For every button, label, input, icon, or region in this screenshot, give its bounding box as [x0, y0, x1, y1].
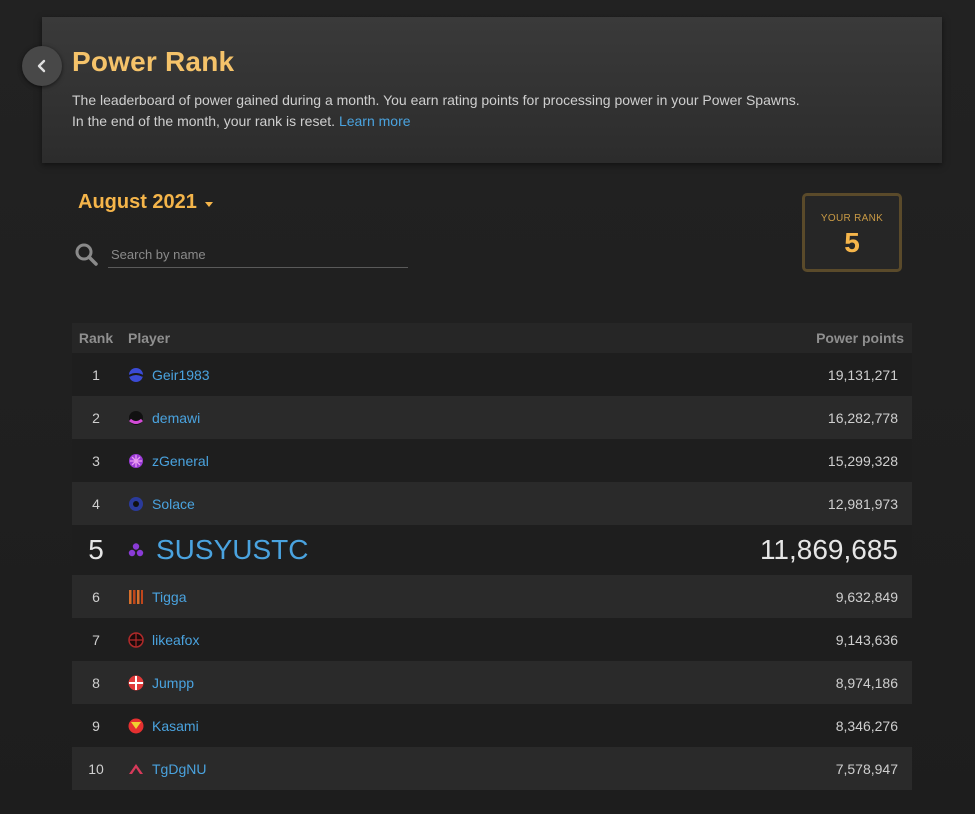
power-points-cell: 16,282,778: [827, 409, 898, 426]
leaderboard-table: Rank Player Power points 1 Geir1983 19,1…: [72, 323, 912, 790]
player-avatar-icon: [129, 496, 143, 511]
your-rank-box: YOUR RANK 5: [802, 193, 902, 272]
power-points-cell: 12,981,973: [827, 495, 898, 512]
rank-cell: 4: [92, 495, 100, 512]
rank-cell: 10: [88, 760, 104, 777]
table-row: 3 zGeneral 15,299,328: [72, 439, 912, 482]
player-name-link[interactable]: Kasami: [152, 718, 199, 734]
player-avatar-icon: [129, 453, 143, 468]
player-name-link[interactable]: likeafox: [152, 632, 199, 648]
chevron-left-icon: [37, 59, 46, 73]
rank-cell: 2: [92, 409, 100, 426]
player-cell: zGeneral: [120, 453, 712, 469]
page-title: Power Rank: [72, 46, 235, 77]
player-name-link[interactable]: Tigga: [152, 589, 187, 605]
table-row-current-user: 5 SUSYUSTC 11,869,685: [72, 525, 912, 575]
table-row: 4 Solace 12,981,973: [72, 482, 912, 525]
player-cell: Solace: [120, 496, 712, 512]
player-avatar-icon: [129, 410, 143, 425]
power-points-cell: 8,346,276: [835, 717, 898, 734]
page-description: The leaderboard of power gained during a…: [72, 90, 892, 132]
rank-cell: 9: [92, 717, 100, 734]
column-player: Player: [128, 330, 171, 346]
your-rank-label: YOUR RANK: [820, 213, 884, 224]
player-cell: TgDgNU: [120, 761, 712, 777]
player-name-link[interactable]: demawi: [152, 410, 200, 426]
rank-cell: 3: [92, 452, 100, 469]
player-cell: Jumpp: [120, 675, 712, 691]
table-row: 7 likeafox 9,143,636: [72, 618, 912, 661]
power-points-cell: 11,869,685: [759, 534, 898, 565]
caret-down-icon: [204, 201, 213, 207]
month-dropdown[interactable]: August 2021: [78, 191, 213, 214]
player-cell: Kasami: [120, 718, 712, 734]
power-points-cell: 9,632,849: [835, 588, 898, 605]
your-rank-value: 5: [844, 227, 860, 258]
rank-cell: 6: [92, 588, 100, 605]
power-points-cell: 19,131,271: [827, 366, 898, 383]
player-cell: Tigga: [120, 589, 712, 605]
description-line1: The leaderboard of power gained during a…: [72, 92, 800, 108]
power-points-cell: 15,299,328: [827, 452, 898, 469]
rank-cell: 7: [92, 631, 100, 648]
player-avatar-icon: [128, 675, 144, 690]
player-name-link[interactable]: TgDgNU: [152, 761, 206, 777]
power-points-cell: 8,974,186: [835, 674, 898, 691]
player-avatar-icon: [129, 589, 143, 604]
player-avatar-icon: [128, 718, 144, 733]
column-rank: Rank: [78, 330, 114, 346]
table-row: 1 Geir1983 19,131,271: [72, 353, 912, 396]
player-avatar-icon: [129, 763, 143, 774]
table-row: 8 Jumpp 8,974,186: [72, 661, 912, 704]
player-cell: demawi: [120, 410, 712, 426]
player-name-link[interactable]: Jumpp: [152, 675, 194, 691]
search-input[interactable]: [108, 242, 408, 268]
player-avatar-icon: [128, 367, 144, 382]
column-power-points: Power points: [816, 330, 904, 346]
rank-cell: 5: [88, 534, 104, 565]
back-button[interactable]: [22, 46, 62, 86]
table-row: 9 Kasami 8,346,276: [72, 704, 912, 747]
table-row: 2 demawi 16,282,778: [72, 396, 912, 439]
player-name-link[interactable]: SUSYUSTC: [156, 534, 308, 566]
description-line2: In the end of the month, your rank is re…: [72, 113, 336, 129]
table-row: 10 TgDgNU 7,578,947: [72, 747, 912, 790]
month-label: August 2021: [78, 191, 197, 213]
power-points-cell: 7,578,947: [835, 760, 898, 777]
player-name-link[interactable]: Solace: [152, 496, 195, 512]
player-name-link[interactable]: Geir1983: [152, 367, 210, 383]
rank-cell: 8: [92, 674, 100, 691]
player-name-link[interactable]: zGeneral: [152, 453, 209, 469]
player-avatar-icon: [128, 543, 144, 557]
table-body: 1 Geir1983 19,131,271 2 demawi 16,282,77…: [72, 353, 912, 790]
player-cell: Geir1983: [120, 367, 712, 383]
player-cell: likeafox: [120, 632, 712, 648]
table-header: Rank Player Power points: [72, 323, 912, 353]
search-row: [74, 240, 410, 270]
search-icon: [75, 243, 98, 266]
table-row: 6 Tigga 9,632,849: [72, 575, 912, 618]
player-cell: SUSYUSTC: [120, 534, 712, 566]
player-avatar-icon: [128, 631, 144, 648]
learn-more-link[interactable]: Learn more: [339, 113, 411, 129]
rank-cell: 1: [92, 366, 100, 383]
power-points-cell: 9,143,636: [835, 631, 898, 648]
